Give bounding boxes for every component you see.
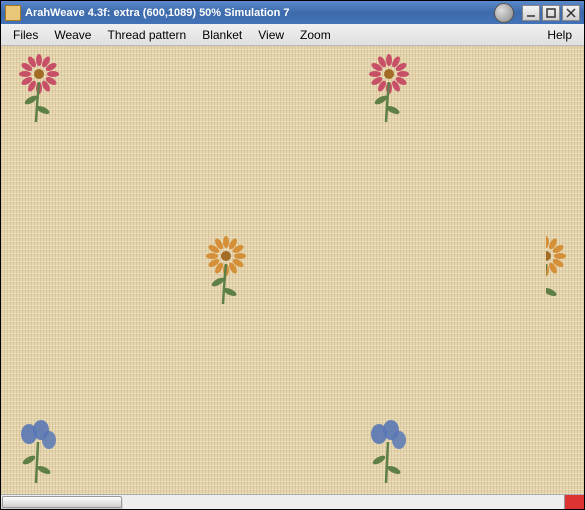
horizontal-scrollbar[interactable] bbox=[1, 494, 584, 509]
scrollbar-track[interactable] bbox=[123, 495, 564, 509]
flower-bl-blue bbox=[11, 418, 66, 494]
menu-blanket[interactable]: Blanket bbox=[194, 25, 250, 45]
flower-tl-pink bbox=[9, 52, 69, 140]
app-icon bbox=[5, 5, 21, 21]
fabric-canvas[interactable] bbox=[1, 46, 584, 494]
fabric-texture bbox=[1, 46, 584, 494]
flower-right-orange bbox=[546, 234, 576, 322]
maximize-button[interactable] bbox=[542, 5, 560, 21]
menu-zoom[interactable]: Zoom bbox=[292, 25, 339, 45]
minimize-button[interactable] bbox=[522, 5, 540, 21]
decorative-swirl-icon bbox=[494, 3, 514, 23]
app-window: ArahWeave 4.3f: extra (600,1089) 50% Sim… bbox=[0, 0, 585, 510]
menu-weave[interactable]: Weave bbox=[46, 25, 99, 45]
flower-br-blue bbox=[361, 418, 416, 494]
title-doc: extra (600,1089) 50% Simulation 7 bbox=[113, 7, 289, 19]
flower-center-orange bbox=[196, 234, 256, 322]
close-button[interactable] bbox=[562, 5, 580, 21]
menu-help[interactable]: Help bbox=[539, 25, 580, 45]
titlebar[interactable]: ArahWeave 4.3f: extra (600,1089) 50% Sim… bbox=[1, 1, 584, 24]
menubar: Files Weave Thread pattern Blanket View … bbox=[1, 24, 584, 46]
scrollbar-end-indicator bbox=[564, 495, 584, 509]
menu-view[interactable]: View bbox=[250, 25, 292, 45]
flower-tr-pink bbox=[359, 52, 419, 140]
title-text: ArahWeave 4.3f: extra (600,1089) 50% Sim… bbox=[25, 7, 494, 19]
title-app: ArahWeave 4.3f: bbox=[25, 7, 110, 19]
menu-thread-pattern[interactable]: Thread pattern bbox=[99, 25, 194, 45]
menu-files[interactable]: Files bbox=[5, 25, 46, 45]
scrollbar-thumb[interactable] bbox=[2, 496, 122, 508]
